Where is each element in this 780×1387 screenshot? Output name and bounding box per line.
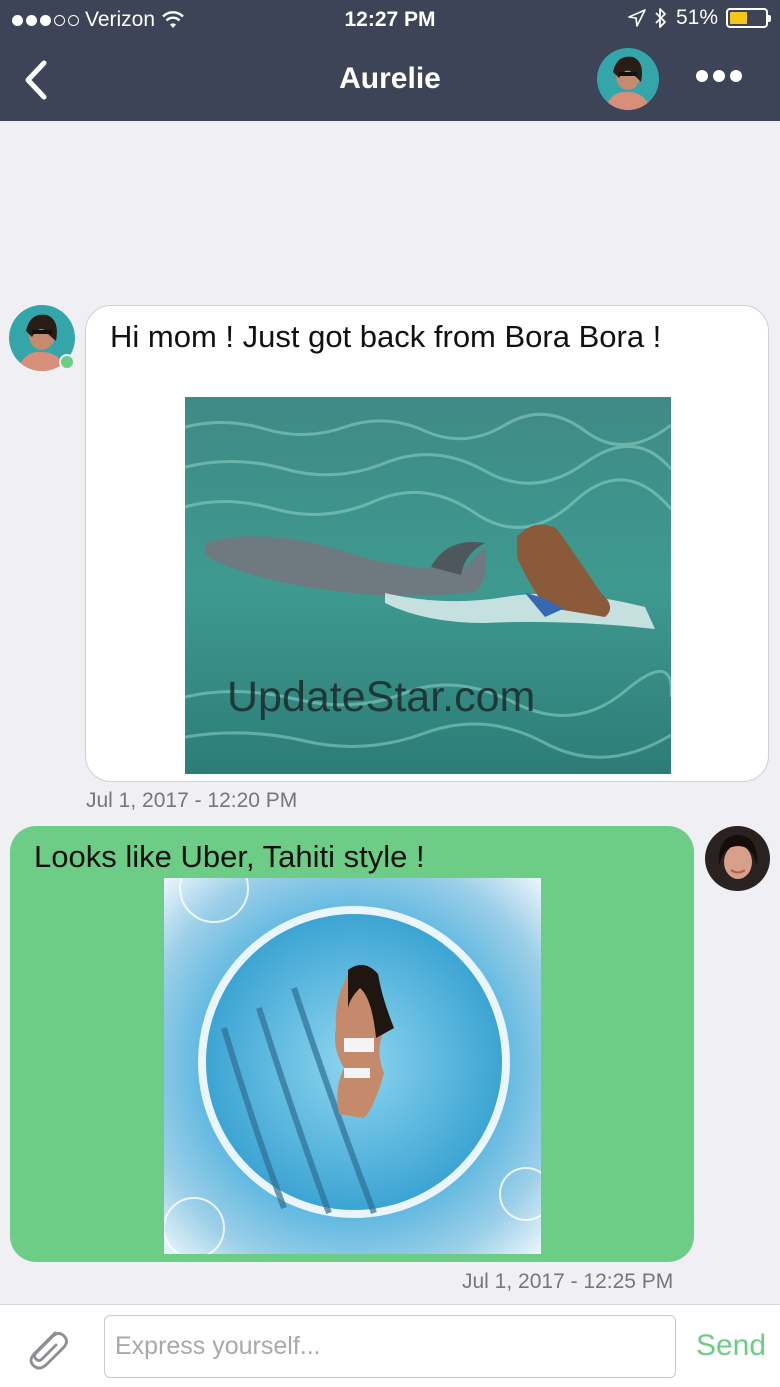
battery-icon [726,8,771,28]
photo-watermark: UpdateStar.com [227,673,535,721]
message-photo-dolphin[interactable]: UpdateStar.com [185,397,671,774]
attach-button[interactable] [22,1323,72,1373]
message-composer: Send [0,1304,780,1387]
app-header: Verizon 12:27 PM 51% Aurelie [0,0,780,121]
send-button[interactable]: Send [690,1329,772,1363]
message-text: Hi mom ! Just got back from Bora Bora ! [110,319,662,354]
outgoing-message-bubble[interactable]: Looks like Uber, Tahiti style ! [10,826,694,1262]
more-options-button[interactable] [696,70,742,82]
system-indicators: 51% [628,6,771,30]
contact-avatar[interactable] [597,48,659,110]
my-avatar[interactable] [705,826,770,891]
online-status-dot [59,354,75,370]
conversation-title[interactable]: Aurelie [0,62,780,96]
battery-percent: 51% [675,6,718,29]
message-text: Looks like Uber, Tahiti style ! [34,839,425,874]
battery-level [730,12,748,24]
navigation-bar: Aurelie [0,40,780,121]
message-timestamp: Jul 1, 2017 - 12:25 PM [462,1270,674,1293]
bluetooth-icon [655,8,666,28]
message-timestamp: Jul 1, 2017 - 12:20 PM [86,789,298,812]
location-arrow-icon [628,9,646,27]
incoming-message-bubble[interactable]: Hi mom ! Just got back from Bora Bora ! [85,305,769,782]
message-photo-pool[interactable] [164,878,541,1254]
paperclip-icon [29,1331,68,1370]
message-input[interactable] [104,1315,676,1378]
status-bar: Verizon 12:27 PM 51% [0,0,780,40]
